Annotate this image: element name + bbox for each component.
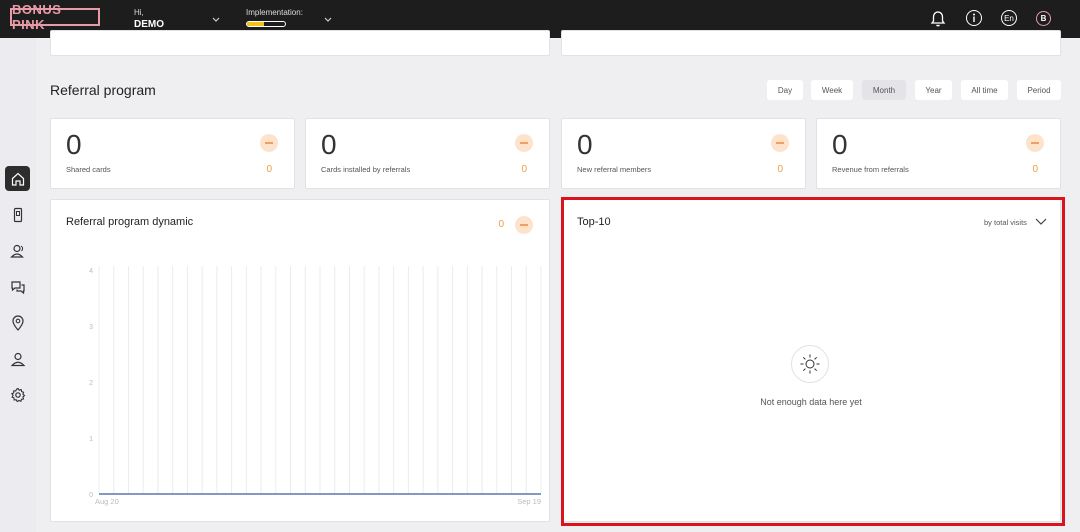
language-button[interactable]: En [1001,10,1017,26]
username[interactable]: DEMO [134,19,164,30]
stat-value: 0 [832,129,848,160]
stat-label: Revenue from referrals [832,165,909,174]
stat-card-cards-installed: 0 Cards installed by referrals 0 [305,118,550,189]
stat-change: 0 [1032,164,1038,175]
stat-label: Cards installed by referrals [321,165,411,174]
period-button-period[interactable]: Period [1017,80,1061,100]
sidebar-item-messages[interactable] [5,274,30,299]
stat-value: 0 [66,129,82,160]
avatar[interactable]: B [1036,11,1051,26]
stat-card-new-referral-members: 0 New referral members 0 [561,118,806,189]
period-button-day[interactable]: Day [767,80,803,100]
implementation-progress-bar [246,21,286,27]
stat-card-shared-cards: 0 Shared cards 0 [50,118,295,189]
info-icon[interactable] [966,10,982,26]
referral-dynamic-chart: 0 1 2 3 4 Aug 20 Sep 19 [89,266,542,506]
minus-icon [260,134,278,152]
y-tick-label: 2 [89,380,93,387]
sidebar-item-locations[interactable] [5,310,30,335]
top10-card: Top-10 by total visits Not enough data h… [561,199,1061,522]
stat-value: 0 [577,129,593,160]
minus-icon [515,134,533,152]
chevron-down-icon[interactable] [1034,216,1048,228]
x-tick-label: Sep 19 [517,497,541,506]
card-title: Top-10 [577,216,611,228]
sidebar-item-clients[interactable] [5,238,30,263]
period-button-year[interactable]: Year [915,80,952,100]
person-icon [10,352,25,366]
empty-state-badge [791,345,829,383]
period-button-week[interactable]: Week [811,80,853,100]
logo[interactable]: BONUS PINK [10,2,100,32]
previous-section-card [561,30,1061,56]
stat-change: 0 [266,164,272,175]
location-icon [11,314,24,331]
stat-value: 0 [321,129,337,160]
sidebar-item-home[interactable] [5,166,30,191]
home-icon [11,172,24,186]
chevron-down-icon[interactable] [210,13,222,25]
sort-dropdown-label[interactable]: by total visits [984,218,1027,227]
y-tick-label: 3 [89,324,93,331]
empty-state-text: Not enough data here yet [760,397,862,407]
sidebar-item-settings[interactable] [5,382,30,407]
minus-icon [771,134,789,152]
stat-label: New referral members [577,165,652,174]
sidebar-item-staff[interactable] [5,346,30,371]
period-button-all-time[interactable]: All time [961,80,1008,100]
greeting: Hi, [134,8,144,17]
x-tick-label: Aug 20 [95,497,119,506]
implementation-label: Implementation: [246,8,303,17]
stat-change: 0 [521,164,527,175]
stat-label: Shared cards [66,165,111,174]
sidebar-item-cards[interactable] [5,202,30,227]
y-tick-label: 0 [89,492,93,499]
sidebar [0,38,36,532]
minus-icon [1026,134,1044,152]
sun-icon [800,354,820,374]
stat-change: 0 [777,164,783,175]
bell-icon[interactable] [929,10,947,28]
period-button-month[interactable]: Month [862,80,906,100]
chevron-down-icon[interactable] [322,13,334,25]
gear-icon [10,387,25,402]
implementation-progress-fill [247,22,265,26]
previous-section-card [50,30,550,56]
stat-card-revenue-from-referrals: 0 Revenue from referrals 0 [816,118,1061,189]
y-tick-label: 1 [89,436,93,443]
users-icon [9,244,24,258]
chat-icon [10,280,25,294]
phone-card-icon [13,207,22,222]
referral-dynamic-card: Referral program dynamic 0 0 1 2 3 4 Aug 20 Se… [50,199,550,522]
y-tick-label: 4 [89,268,93,275]
section-title: Referral program [50,82,156,98]
